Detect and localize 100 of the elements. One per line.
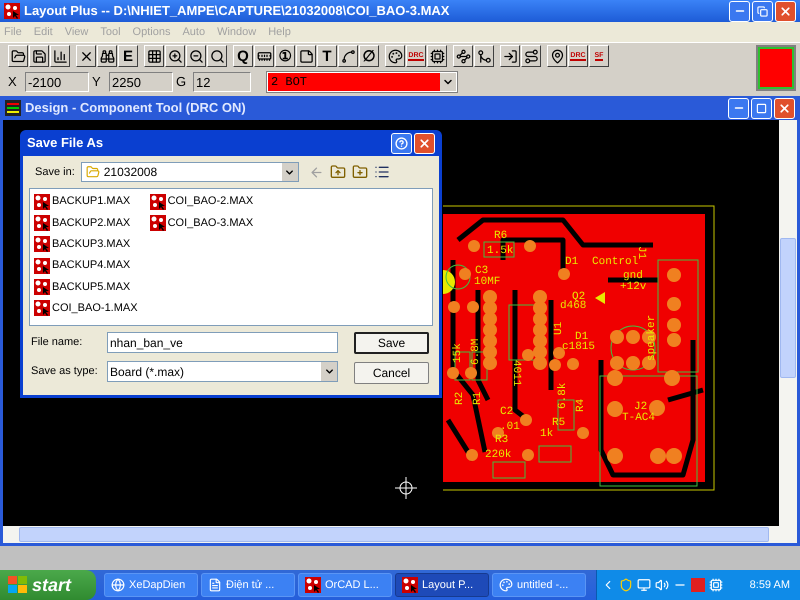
toolbar-button[interactable]	[254, 45, 274, 67]
silkscreen-label: C2	[500, 406, 514, 418]
toolbar-button[interactable]: ①	[275, 45, 295, 67]
toolbar-button[interactable]	[76, 45, 96, 67]
list-entry[interactable]: BACKUP3.MAX	[34, 236, 138, 253]
folder-icon	[10, 48, 26, 64]
silkscreen-label: 4011	[510, 360, 522, 386]
taskbar-button[interactable]: OrCAD L...	[298, 573, 392, 597]
toolbar-button[interactable]	[186, 45, 206, 67]
maximize-icon	[756, 102, 767, 114]
vertical-scrollbar[interactable]	[779, 120, 797, 526]
coordinate-label: Y	[92, 73, 102, 92]
toolbar-button[interactable]: T	[317, 45, 337, 67]
list-entry[interactable]: BACKUP1.MAX	[34, 193, 138, 210]
coordinate-label: X	[8, 73, 18, 92]
toolbar-button[interactable]	[144, 45, 164, 67]
silkscreen-label: R3	[495, 434, 508, 446]
grid-icon	[146, 48, 162, 64]
taskbar-button[interactable]: Layout P...	[395, 573, 489, 597]
scrollbar-thumb[interactable]	[780, 238, 796, 378]
toolbar-button[interactable]	[165, 45, 185, 67]
minimize-button[interactable]	[728, 98, 749, 118]
folder-up-icon[interactable]	[330, 164, 346, 180]
toolbar-button[interactable]	[500, 45, 520, 67]
save-in-label: Save in:	[35, 164, 75, 180]
zoom-out-icon	[188, 48, 204, 64]
network-icon[interactable]	[637, 578, 651, 592]
view-menu-icon[interactable]	[374, 164, 390, 180]
silkscreen-label: D1	[565, 256, 578, 268]
toolbar-button[interactable]	[296, 45, 316, 67]
toolbar-button[interactable]	[453, 45, 473, 67]
list-entry[interactable]: BACKUP4.MAX	[34, 257, 138, 274]
silkscreen-label: U1	[553, 322, 565, 335]
maximize-button[interactable]	[751, 98, 772, 118]
close-button[interactable]	[775, 0, 796, 22]
toolbar-button[interactable]	[207, 45, 227, 67]
list-entry[interactable]: COI_BAO-3.MAX	[150, 214, 254, 232]
restore-icon	[757, 6, 768, 16]
close-button[interactable]	[414, 132, 435, 154]
save-type-dropdown[interactable]: Board (*.max)	[107, 361, 338, 382]
close-icon	[418, 136, 431, 150]
document-title: Design - Component Tool (DRC ON)	[25, 99, 246, 118]
dialog-title: Save File As	[27, 134, 104, 152]
toolbar-button[interactable]	[8, 45, 28, 67]
list-entry[interactable]: BACKUP5.MAX	[34, 278, 138, 296]
start-button[interactable]: start	[0, 570, 96, 600]
close-icon	[778, 102, 791, 114]
help-button[interactable]	[391, 132, 412, 154]
new-folder-icon[interactable]	[352, 164, 368, 180]
merge-icon	[476, 48, 492, 64]
toolbar-button[interactable]	[385, 45, 405, 67]
windows-logo-icon	[8, 576, 28, 594]
toolbar-button[interactable]	[521, 45, 541, 67]
list-entry[interactable]: BACKUP2.MAX	[34, 214, 138, 232]
save-in-dropdown[interactable]: 21032008	[80, 162, 299, 182]
scrollbar-thumb[interactable]	[19, 527, 769, 542]
help-icon	[395, 136, 408, 150]
volume-icon[interactable]	[655, 578, 669, 592]
taskbar-button[interactable]: Điện tử ...	[201, 573, 295, 597]
save-type-label: Save as type:	[31, 364, 99, 380]
horizontal-scrollbar[interactable]	[3, 526, 797, 543]
toolbar-button[interactable]: E	[118, 45, 138, 67]
toolbar-button[interactable]	[474, 45, 494, 67]
layout-file-icon	[34, 194, 50, 210]
layer-dropdown[interactable]: 2 BOT	[266, 71, 458, 93]
folder-icon	[86, 165, 100, 179]
list-entry[interactable]: COI_BAO-2.MAX	[150, 193, 254, 210]
dialog-button[interactable]: Cancel	[354, 362, 429, 384]
toolbar-button[interactable]	[50, 45, 70, 67]
crosshair-icon	[395, 477, 417, 499]
close-button[interactable]	[774, 98, 795, 118]
silkscreen-label: c1815	[562, 341, 596, 353]
toolbar-button[interactable]	[427, 45, 447, 67]
file-name-field[interactable]: nhan_ban_ve	[107, 332, 338, 353]
restore-button[interactable]	[752, 0, 773, 22]
toolbar-button[interactable]	[547, 45, 567, 67]
taskbar-button[interactable]: untitled -...	[492, 573, 586, 597]
silkscreen-label: .01	[500, 421, 520, 433]
save-icon	[32, 48, 46, 64]
coordinate-field: 2250	[109, 72, 173, 92]
dialog-button[interactable]: Save	[354, 332, 429, 354]
taskbar-button[interactable]: XeDapDien	[104, 573, 198, 597]
silkscreen-label: C3	[475, 265, 488, 277]
silkscreen-label: 10MF	[474, 276, 500, 288]
silkscreen-label: D1	[575, 331, 588, 343]
minimize-button[interactable]	[729, 0, 750, 22]
list-entry[interactable]: COI_BAO-1.MAX	[34, 300, 138, 317]
toolbar-button[interactable]: Q	[233, 45, 253, 67]
app-logo-icon	[4, 3, 20, 19]
clock: 8:59 AM	[750, 578, 790, 593]
toolbar-button[interactable]	[338, 45, 358, 67]
silkscreen-label: 6.8k	[557, 382, 569, 409]
binoculars-icon	[100, 48, 114, 64]
toolbar-button[interactable]	[29, 45, 49, 67]
layout-file-icon	[34, 258, 50, 274]
toolbar-button[interactable]: ∅	[359, 45, 379, 67]
toolbar-button[interactable]	[97, 45, 117, 67]
silkscreen-label: R6	[494, 230, 508, 242]
layout-file-icon	[34, 236, 50, 252]
nodes-icon	[456, 48, 470, 64]
